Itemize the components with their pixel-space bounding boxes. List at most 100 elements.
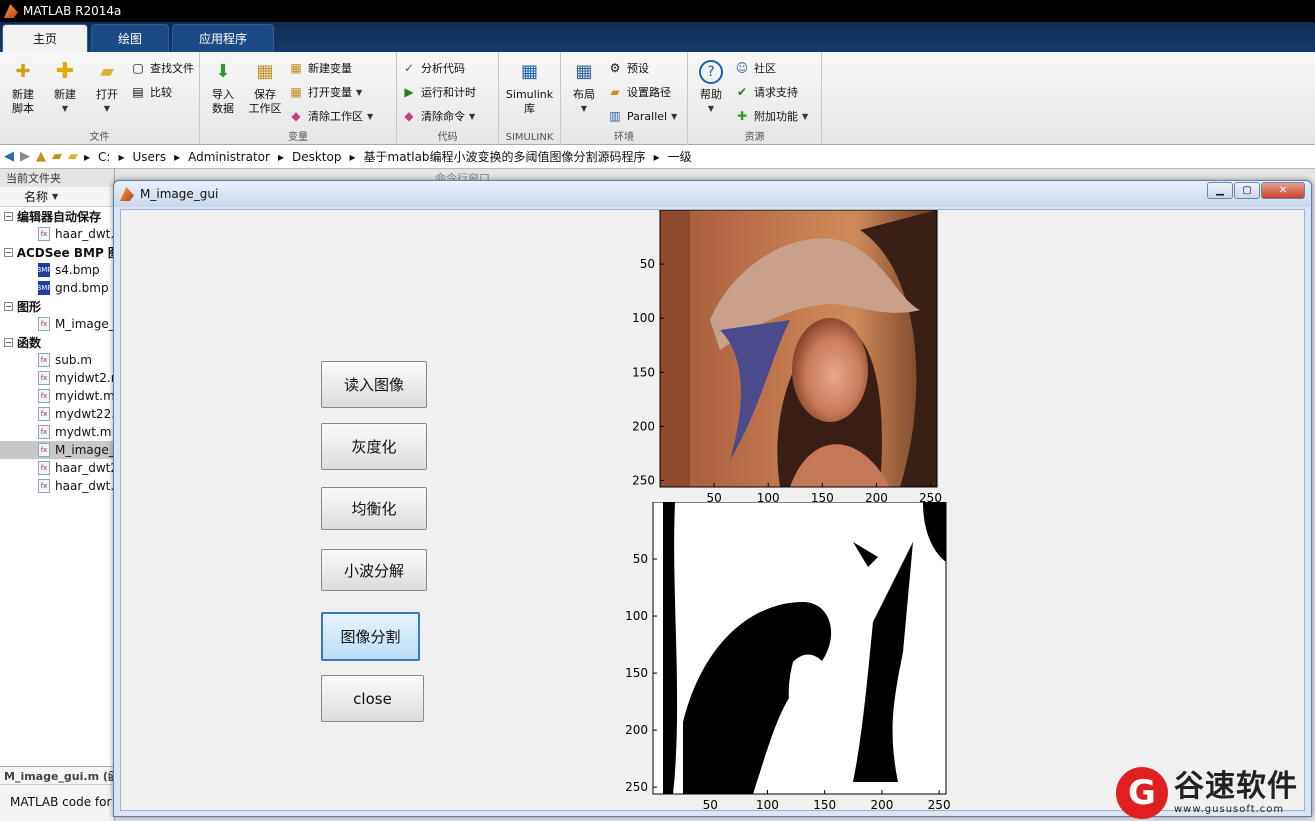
set-path-button[interactable]: ▰ 设置路径 [607, 82, 677, 102]
community-button[interactable]: ☺ 社区 [734, 58, 808, 78]
breadcrumb-item[interactable]: Users [132, 150, 166, 164]
collapse-icon[interactable]: − [4, 211, 13, 221]
clear-workspace-button[interactable]: ◆ 清除工作区 ▼ [288, 106, 373, 126]
back-arrow-icon[interactable]: ◀ [4, 149, 14, 164]
x-tick-label: 100 [756, 798, 779, 812]
column-header-name[interactable]: 名称 ▼ [0, 187, 114, 207]
collapse-icon[interactable]: − [4, 247, 13, 257]
collapse-icon[interactable]: − [4, 301, 13, 311]
import-icon: ⬇ [215, 61, 231, 82]
equalize-button[interactable]: 均衡化 [321, 487, 427, 530]
image-segment-button[interactable]: 图像分割 [321, 612, 420, 661]
find-files-button[interactable]: ▢ 查找文件 [130, 58, 194, 78]
analyze-code-button[interactable]: ✓ 分析代码 [401, 58, 476, 78]
preferences-button[interactable]: ⚙ 预设 [607, 58, 677, 78]
file-item[interactable]: BMP gnd.bmp [0, 279, 114, 297]
tab-apps[interactable]: 应用程序 [172, 24, 275, 52]
breadcrumb-item[interactable]: 基于matlab编程小波变换的多阈值图像分割源码程序 [364, 148, 646, 165]
original-image-axes: 50 100 150 200 250 50 100 150 200 250 [617, 210, 957, 520]
breadcrumb-sep-icon: ▸ [653, 149, 660, 164]
addons-button[interactable]: ✚ 附加功能 ▼ [734, 106, 808, 126]
section-label-environment: 环境 [614, 132, 634, 143]
breadcrumb-item[interactable]: Desktop [292, 150, 342, 164]
figure-title: M_image_gui [140, 187, 219, 201]
forward-arrow-icon[interactable]: ▶ [20, 149, 30, 164]
plus-icon: ✚ [55, 59, 75, 84]
y-tick-label: 100 [625, 609, 648, 623]
help-icon: ? [699, 60, 723, 84]
lena-face [792, 318, 868, 422]
new-variable-button[interactable]: ▦ 新建变量 [288, 58, 373, 78]
tree-group-label: 编辑器自动保存 [17, 209, 102, 224]
tree-group[interactable]: − 函数 [0, 333, 114, 351]
watermark-text: 谷速软件 [1174, 769, 1298, 804]
chevron-down-icon: ▼ [469, 111, 476, 121]
y-tick-label: 50 [633, 552, 648, 566]
ribbon: ✚ 新建 脚本 ✚ 新建 ▼ ▰ 打开 ▼ ▢ 查找文件 ▤ 比较 文件 ⬇ 导入 … [0, 52, 1315, 145]
mfile-icon: fx [38, 425, 50, 439]
compare-button[interactable]: ▤ 比较 [130, 82, 194, 102]
tree-group[interactable]: − 图形 [0, 297, 114, 315]
y-tick-label: 100 [632, 311, 655, 325]
panel-title: 当前文件夹 [0, 169, 114, 187]
app-title: MATLAB R2014a [23, 4, 122, 18]
file-item[interactable]: fx M_image_ [0, 315, 114, 333]
tab-plots[interactable]: 绘图 [91, 24, 170, 52]
minimize-icon[interactable]: ▁ [1207, 182, 1233, 199]
wavelet-decompose-button[interactable]: 小波分解 [321, 549, 427, 591]
file-name: myidwt.m [55, 389, 115, 403]
community-icon: ☺ [735, 61, 749, 75]
tree-group[interactable]: − 编辑器自动保存 [0, 207, 114, 225]
clear-commands-button[interactable]: ◆ 清除命令 ▼ [401, 106, 476, 126]
tree-group-label: 函数 [17, 335, 42, 350]
breadcrumb-sep-icon: ▸ [118, 149, 125, 164]
file-item[interactable]: fx haar_dwt. [0, 225, 114, 243]
tree-group[interactable]: − ACDSee BMP 图 [0, 243, 114, 261]
breadcrumb-item[interactable]: Administrator [188, 150, 270, 164]
maximize-icon[interactable]: ▢ [1234, 182, 1260, 199]
chevron-down-icon: ▼ [356, 87, 363, 97]
y-tick-label: 150 [632, 365, 655, 379]
breadcrumb-item[interactable]: C: [98, 150, 110, 164]
chevron-down-icon: ▼ [802, 111, 809, 121]
mfile-icon: fx [38, 479, 50, 493]
close-button[interactable]: close [321, 675, 424, 722]
segmented-image-axes: 50 100 150 200 250 50 100 150 200 250 [617, 502, 957, 812]
file-item[interactable]: fx haar_dwt2 [0, 459, 114, 477]
grayscale-button[interactable]: 灰度化 [321, 423, 427, 470]
x-tick-label: 50 [703, 798, 718, 812]
original-image-axes-svg: 5010015020025050 100 150 200 250 [632, 210, 942, 505]
breadcrumb-sep-icon: ▸ [277, 149, 284, 164]
file-item[interactable]: fx haar_dwt. [0, 477, 114, 495]
y-tick-label: 200 [632, 419, 655, 433]
file-item[interactable]: fx myidwt.m [0, 387, 114, 405]
tab-home[interactable]: 主页 [2, 24, 89, 52]
address-bar: ◀ ▶ ▲ ▰ ▰ ▸ C: ▸ Users ▸ Administrator ▸… [0, 145, 1315, 169]
parallel-button[interactable]: ▥ Parallel ▼ [607, 106, 677, 126]
app-titlebar: MATLAB R2014a [0, 0, 1315, 22]
support-icon: ✔ [736, 85, 748, 99]
read-image-button[interactable]: 读入图像 [321, 361, 427, 408]
file-item[interactable]: fx M_image_ [0, 441, 114, 459]
open-variable-button[interactable]: ▦ 打开变量 ▼ [288, 82, 373, 102]
file-item[interactable]: fx sub.m [0, 351, 114, 369]
file-item[interactable]: BMP s4.bmp [0, 261, 114, 279]
run-time-icon: ▶ [404, 85, 414, 99]
folder-icon: ▰ [100, 61, 114, 82]
request-support-button[interactable]: ✔ 请求支持 [734, 82, 808, 102]
section-label-variable: 变量 [288, 132, 308, 143]
mfile-icon: fx [38, 443, 50, 457]
close-icon[interactable]: ✕ [1261, 182, 1305, 199]
y-tick-label: 200 [625, 723, 648, 737]
file-item[interactable]: fx mydwt.m [0, 423, 114, 441]
run-and-time-button[interactable]: ▶ 运行和计时 [401, 82, 476, 102]
sort-down-icon: ▼ [52, 192, 59, 201]
browse-folder-icon[interactable]: ▰ [52, 149, 62, 164]
file-item[interactable]: fx mydwt22. [0, 405, 114, 423]
bmp-file-icon: BMP [36, 263, 52, 277]
up-folder-icon[interactable]: ▲ [36, 149, 46, 164]
file-item[interactable]: fx myidwt2.r [0, 369, 114, 387]
file-name: mydwt22. [55, 407, 115, 421]
collapse-icon[interactable]: − [4, 337, 13, 347]
breadcrumb-item[interactable]: 一级 [668, 148, 692, 165]
